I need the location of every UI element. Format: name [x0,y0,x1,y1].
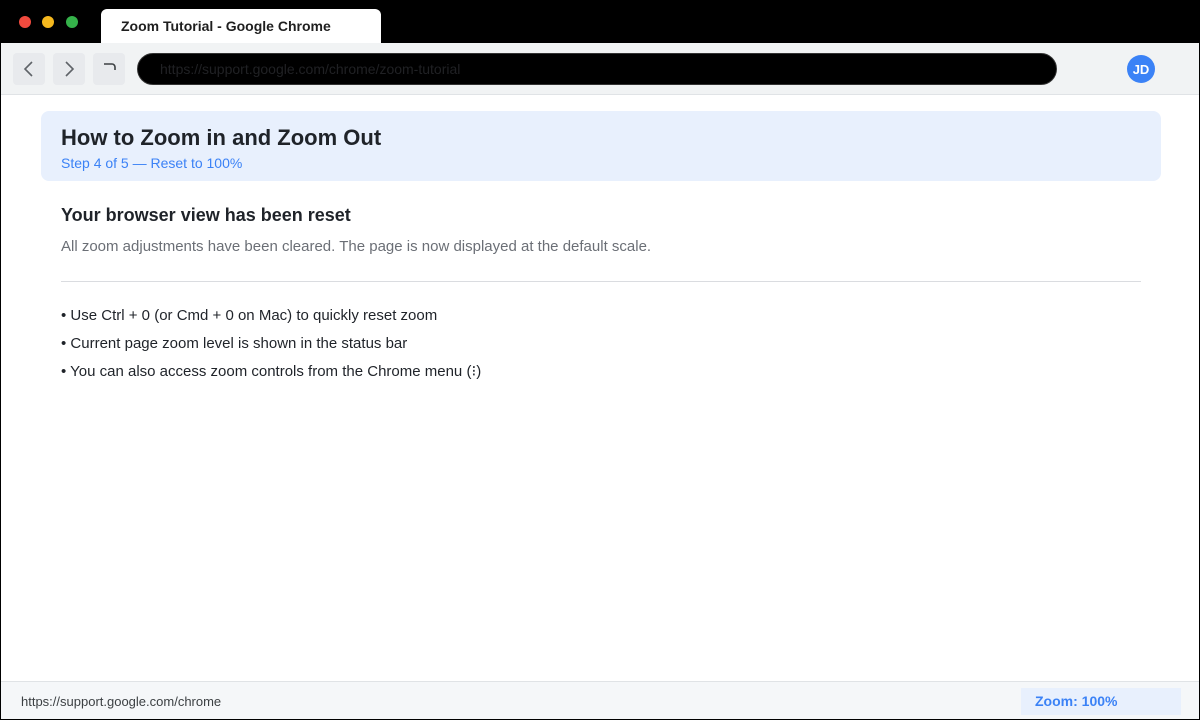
list-item: • You can also access zoom controls from… [61,363,482,380]
page-content: How to Zoom in and Zoom Out Step 4 of 5 … [1,95,1199,681]
list-item: • Current page zoom level is shown in th… [61,335,408,352]
browser-toolbar: JD [1,43,1199,95]
status-bar: https://support.google.com/chrome Zoom: … [1,681,1199,719]
title-bar: Zoom Tutorial - Google Chrome [1,1,1199,43]
forward-button[interactable] [53,53,85,85]
step-indicator: Step 4 of 5 — Reset to 100% [61,155,243,171]
divider [61,281,1141,282]
url-input[interactable] [138,54,1056,84]
back-button[interactable] [13,53,45,85]
maximize-window-button[interactable] [66,16,78,28]
zoom-level-indicator[interactable]: Zoom: 100% [1021,688,1181,715]
chevron-right-icon [65,61,75,77]
section-heading: Your browser view has been reset [61,205,351,225]
reload-button[interactable] [93,53,125,85]
tab-title: Zoom Tutorial - Google Chrome [121,18,331,34]
minimize-window-button[interactable] [42,16,54,28]
browser-window: Zoom Tutorial - Google Chrome JD How t [0,0,1200,720]
close-window-button[interactable] [19,16,31,28]
profile-avatar[interactable]: JD [1127,55,1155,83]
address-bar[interactable] [137,53,1057,85]
chevron-left-icon [23,61,33,77]
tutorial-banner: How to Zoom in and Zoom Out Step 4 of 5 … [41,111,1161,181]
reload-icon [104,63,116,70]
page-title: How to Zoom in and Zoom Out [61,125,382,150]
active-tab[interactable]: Zoom Tutorial - Google Chrome [101,9,381,43]
tips-list: • Use Ctrl + 0 (or Cmd + 0 on Mac) to qu… [61,307,481,391]
avatar-initials: JD [1132,61,1150,77]
status-url: https://support.google.com/chrome [21,694,222,709]
list-item: • Use Ctrl + 0 (or Cmd + 0 on Mac) to qu… [61,307,438,324]
section-description: All zoom adjustments have been cleared. … [61,238,652,255]
